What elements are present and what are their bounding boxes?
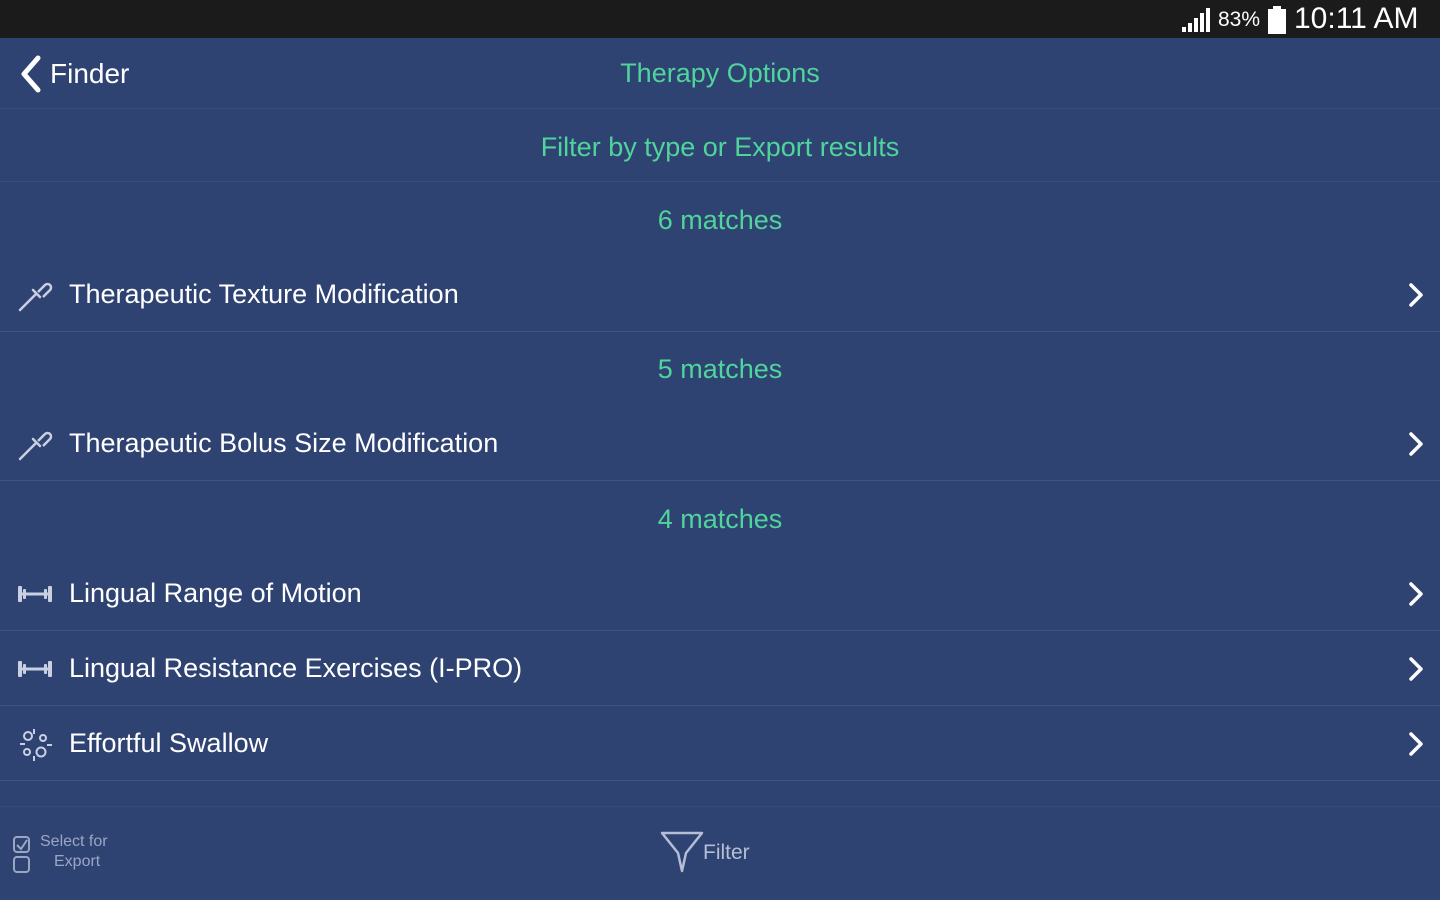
dumbbell-icon <box>18 586 52 602</box>
filter-button-label: Filter <box>703 841 750 864</box>
checkbox-empty-icon <box>13 856 30 873</box>
list-item-label: Lingual Range of Motion <box>69 578 362 608</box>
signal-bars-icon <box>1182 8 1210 32</box>
chevron-right-icon <box>1409 732 1423 756</box>
list-item-label: Therapeutic Bolus Size Modification <box>69 428 499 458</box>
pipette-icon <box>18 431 53 461</box>
chevron-right-icon <box>1409 657 1423 681</box>
sparkle-icon <box>20 729 52 761</box>
status-bar: 83% 10:11 AM <box>0 0 1440 38</box>
list-item-label: Effortful Swallow <box>69 728 269 758</box>
list-item[interactable]: Lingual Resistance Exercises (I-PRO) <box>0 631 1440 706</box>
section-header: 6 matches <box>657 205 783 235</box>
clock: 10:11 AM <box>1294 2 1419 35</box>
section-header: 4 matches <box>657 504 783 534</box>
select-for-export-label: Select for <box>40 833 108 850</box>
funnel-icon <box>660 831 704 873</box>
filter-export-link[interactable]: Filter by type or Export results <box>0 110 1440 182</box>
list-item[interactable]: Therapeutic Texture Modification <box>0 257 1440 332</box>
section-header: 5 matches <box>657 354 783 384</box>
pipette-icon <box>18 282 53 312</box>
chevron-right-icon <box>1409 432 1423 456</box>
app-screen: Finder Therapy Options Filter by type or… <box>0 38 1440 900</box>
list-item[interactable]: Effortful Swallow <box>0 706 1440 781</box>
select-for-export-button[interactable]: Select for Export <box>12 833 142 877</box>
bottom-toolbar: Select for Export Filter <box>0 806 1440 900</box>
chevron-right-icon <box>1409 283 1423 307</box>
page-title: Therapy Options <box>620 58 820 88</box>
select-for-export-label-line2: Export <box>54 853 101 870</box>
battery-percent: 83% <box>1218 8 1261 31</box>
battery-icon <box>1268 6 1286 34</box>
list-item[interactable]: Therapeutic Bolus Size Modification <box>0 406 1440 481</box>
chevron-right-icon <box>1409 582 1423 606</box>
list-item[interactable]: Lingual Range of Motion <box>0 556 1440 631</box>
list-item-label: Therapeutic Texture Modification <box>69 279 459 309</box>
checkbox-checked-icon <box>13 836 30 853</box>
list-item-label: Lingual Resistance Exercises (I-PRO) <box>69 653 523 683</box>
navigation-bar: Finder Therapy Options <box>0 38 1440 109</box>
dumbbell-icon <box>18 661 52 677</box>
